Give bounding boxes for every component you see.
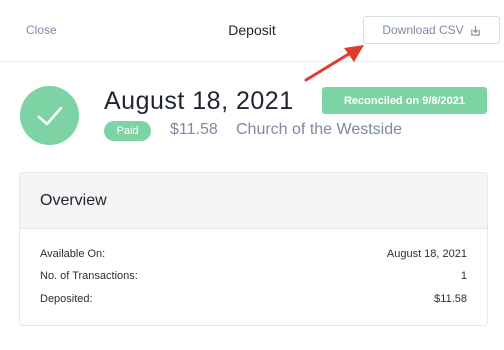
status-badge: Paid [104, 121, 151, 141]
row-value: $11.58 [434, 293, 467, 305]
row-value: August 18, 2021 [386, 248, 467, 260]
organization-name: Church of the Westside [236, 121, 403, 138]
overview-card: Overview Available On: August 18, 2021 N… [19, 172, 488, 326]
reconciled-badge: Reconciled on 9/8/2021 [322, 87, 487, 114]
annotation-arrow [304, 45, 364, 82]
row-label: Deposited: [40, 293, 93, 305]
row-label: Available On: [40, 248, 106, 260]
deposit-amount: $11.58 [170, 121, 218, 138]
overview-row-deposited: Deposited: $11.58 [40, 293, 467, 305]
deposit-date: August 18, 2021 [104, 87, 294, 115]
overview-title: Overview [20, 173, 487, 229]
check-icon [37, 106, 62, 125]
download-csv-label: Download CSV [382, 23, 464, 37]
top-bar: Close Deposit Download CSV [0, 0, 504, 62]
download-csv-button[interactable]: Download CSV [363, 16, 500, 44]
download-icon [470, 25, 480, 36]
row-label: No. of Transactions: [40, 270, 138, 282]
row-value: 1 [460, 270, 467, 282]
overview-row-available-on: Available On: August 18, 2021 [40, 248, 467, 260]
overview-row-transactions: No. of Transactions: 1 [40, 270, 467, 282]
paid-status-circle [20, 86, 79, 145]
